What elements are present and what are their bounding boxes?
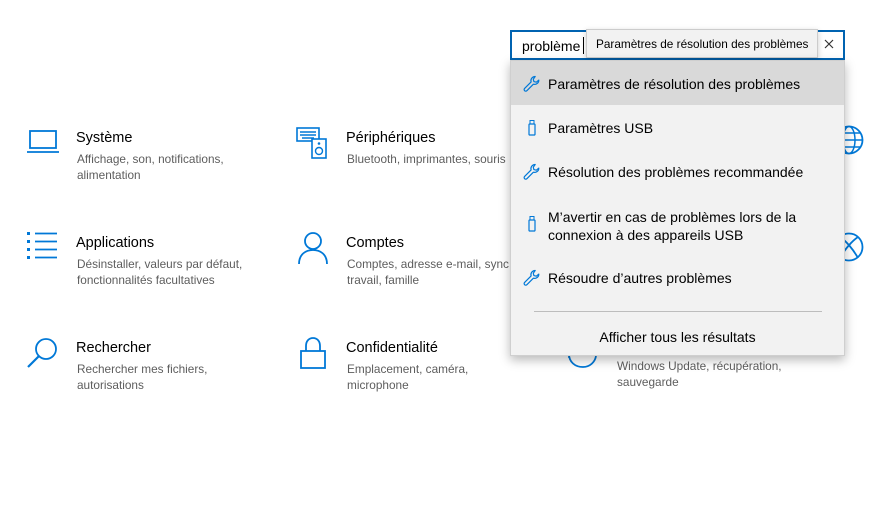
wrench-icon	[523, 75, 541, 93]
tile-title: Comptes	[346, 235, 405, 251]
lock-icon	[296, 336, 330, 370]
search-results-dropdown: Paramètres de résolution des problèmes P…	[510, 60, 845, 356]
tile-comptes-clip: Comptes Comptes, adresse e-mail, sync., …	[295, 226, 509, 296]
tile-title: Système	[76, 130, 133, 146]
result-label: Résoudre d’autres problèmes	[548, 270, 732, 286]
tile-description: Rechercher mes fichiers, autorisations	[77, 362, 208, 392]
divider	[534, 311, 822, 312]
tile-description: Comptes, adresse e-mail, sync., travail,…	[347, 257, 509, 287]
tile-comptes[interactable]: Comptes Comptes, adresse e-mail, sync., …	[296, 231, 509, 296]
result-item-usb[interactable]: Paramètres USB	[511, 105, 844, 149]
usb-icon	[523, 215, 541, 233]
result-item-autres-problemes[interactable]: Résoudre d’autres problèmes	[511, 257, 844, 301]
show-all-results-link[interactable]: Afficher tous les résultats	[511, 319, 844, 355]
tile-peripheriques[interactable]: Périphériques Bluetooth, imprimantes, so…	[296, 126, 509, 196]
result-label: M’avertir en cas de problèmes lors de la…	[548, 209, 797, 243]
tile-title: Périphériques	[346, 130, 436, 146]
laptop-icon	[26, 126, 60, 160]
tile-peripheriques-clip: Périphériques Bluetooth, imprimantes, so…	[295, 120, 509, 200]
globe-icon	[845, 124, 869, 156]
close-icon	[824, 36, 834, 54]
tile-rechercher[interactable]: Rechercher Rechercher mes fichiers, auto…	[26, 336, 266, 406]
person-icon	[296, 231, 330, 265]
result-label: Paramètres USB	[548, 120, 654, 136]
xbox-icon	[845, 231, 869, 263]
search-icon	[26, 336, 60, 370]
tooltip: Paramètres de résolution des problèmes	[586, 29, 818, 58]
tile-description: Windows Update, récupération, sauvegarde	[617, 359, 782, 389]
tile-confidentialite[interactable]: Confidentialité Emplacement, caméra, mic…	[296, 336, 536, 406]
tile-description: Bluetooth, imprimantes, souris	[347, 152, 506, 166]
tile-title: Confidentialité	[346, 340, 438, 356]
usb-icon	[523, 119, 541, 137]
text-caret	[583, 37, 584, 54]
clear-search-button[interactable]	[817, 34, 841, 56]
tile-title: Applications	[76, 235, 155, 251]
search-input[interactable]: problème	[522, 38, 580, 54]
tile-description: Emplacement, caméra, microphone	[347, 362, 469, 392]
wrench-icon	[523, 163, 541, 181]
result-item-resolution-parametres[interactable]: Paramètres de résolution des problèmes	[511, 61, 844, 105]
tile-network-clip	[845, 120, 884, 160]
tile-description: Affichage, son, notifications, alimentat…	[77, 152, 224, 182]
result-item-resolution-recommandee[interactable]: Résolution des problèmes recommandée	[511, 149, 844, 193]
tile-gaming-clip	[845, 226, 884, 266]
result-item-usb-avertir[interactable]: M’avertir en cas de problèmes lors de la…	[511, 193, 844, 257]
tile-title: Rechercher	[76, 340, 151, 356]
keyboard-speaker-icon	[296, 126, 330, 160]
wrench-icon	[523, 269, 541, 287]
tile-description: Désinstaller, valeurs par défaut, foncti…	[77, 257, 243, 287]
apps-list-icon	[26, 231, 60, 265]
result-label: Résolution des problèmes recommandée	[548, 164, 804, 180]
tile-systeme[interactable]: Système Affichage, son, notifications, a…	[26, 126, 266, 196]
tile-applications[interactable]: Applications Désinstaller, valeurs par d…	[26, 231, 266, 301]
result-label: Paramètres de résolution des problèmes	[548, 76, 801, 92]
